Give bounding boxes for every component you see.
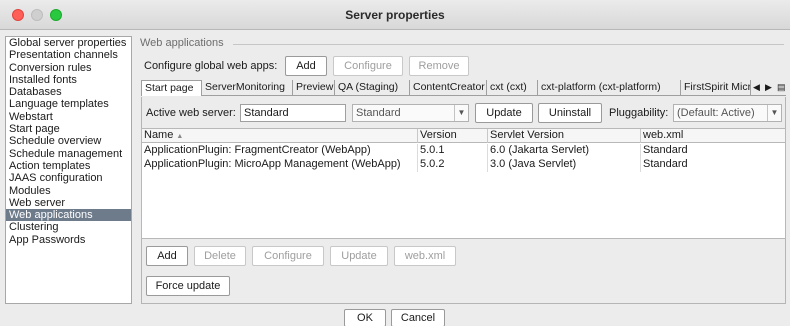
configure-web-app-button[interactable]: Configure	[252, 246, 324, 266]
sidebar-item-presentation-channels[interactable]: Presentation channels	[6, 49, 131, 61]
table-cell-servlet-version: 3.0 (Java Servlet)	[488, 158, 641, 172]
sidebar-item-modules[interactable]: Modules	[6, 185, 131, 197]
title-bar: Server properties	[0, 0, 790, 30]
sidebar-item-language-templates[interactable]: Language templates	[6, 98, 131, 110]
sidebar-item-global-server-properties[interactable]: Global server properties	[6, 37, 131, 49]
add-global-web-app-button[interactable]: Add	[285, 56, 327, 76]
tab-list-icon[interactable]: ▤	[777, 80, 786, 95]
tab-contentcreator[interactable]: ContentCreator	[410, 80, 487, 96]
sidebar-item-app-passwords[interactable]: App Passwords	[6, 234, 131, 246]
sidebar-item-schedule-management[interactable]: Schedule management	[6, 148, 131, 160]
update-web-server-button[interactable]: Update	[475, 103, 533, 123]
sidebar-item-web-server[interactable]: Web server	[6, 197, 131, 209]
column-header-version[interactable]: Version	[418, 129, 488, 143]
tab-scroll-right-icon[interactable]: ▶	[765, 80, 772, 95]
pluggability-select-value: (Default: Active)	[677, 107, 755, 119]
group-divider	[233, 44, 784, 45]
remove-global-web-app-button[interactable]: Remove	[409, 56, 469, 76]
sidebar-item-jaas-configuration[interactable]: JAAS configuration	[6, 172, 131, 184]
web-applications-group-title: Web applications	[140, 37, 224, 49]
configure-global-web-apps-label: Configure global web apps:	[144, 60, 278, 72]
table-cell-version: 5.0.1	[418, 144, 488, 158]
add-web-app-button[interactable]: Add	[146, 246, 188, 266]
configure-global-web-app-button[interactable]: Configure	[333, 56, 403, 76]
window-title: Server properties	[345, 8, 445, 22]
web-apps-table: Name ▲ Version Servlet Version web.xml Ap…	[141, 128, 786, 239]
tab-cxt-platform-cxt-platform-[interactable]: cxt-platform (cxt-platform)	[538, 80, 681, 96]
table-cell-version: 5.0.2	[418, 158, 488, 172]
chevron-down-icon: ▼	[454, 105, 468, 121]
tab-servermonitoring[interactable]: ServerMonitoring	[202, 80, 293, 96]
chevron-down-icon: ▼	[767, 105, 781, 121]
sidebar-item-schedule-overview[interactable]: Schedule overview	[6, 135, 131, 147]
column-header-name[interactable]: Name ▲	[142, 129, 418, 143]
cancel-button[interactable]: Cancel	[391, 309, 445, 326]
table-header: Name ▲ Version Servlet Version web.xml	[142, 129, 785, 143]
sidebar-item-webstart[interactable]: Webstart	[6, 111, 131, 123]
table-cell-servlet-version: 6.0 (Jakarta Servlet)	[488, 144, 641, 158]
tab-scroll-left-icon[interactable]: ◀	[753, 80, 760, 95]
delete-web-app-button[interactable]: Delete	[194, 246, 246, 266]
column-header-servlet-version[interactable]: Servlet Version	[488, 129, 641, 143]
active-web-server-label: Active web server:	[146, 107, 236, 119]
uninstall-web-server-button[interactable]: Uninstall	[538, 103, 602, 123]
tab-preview[interactable]: Preview	[293, 80, 335, 96]
table-cell-web-xml: Standard	[643, 158, 688, 170]
sidebar-list: Global server properties Presentation cha…	[5, 36, 132, 304]
web-server-select-value: Standard	[356, 107, 401, 119]
web-server-select[interactable]: Standard ▼	[352, 104, 469, 122]
sidebar-item-action-templates[interactable]: Action templates	[6, 160, 131, 172]
sidebar-item-installed-fonts[interactable]: Installed fonts	[6, 74, 131, 86]
web-server-tab-bar: FirstSpirit MicroAppcxt-platform (cxt-pl…	[141, 80, 786, 96]
table-cell-name: ApplicationPlugin: FragmentCreator (WebA…	[142, 144, 418, 158]
pluggability-label: Pluggability:	[609, 107, 669, 119]
pluggability-select[interactable]: (Default: Active) ▼	[673, 104, 782, 122]
tab-qa-staging-[interactable]: QA (Staging)	[335, 80, 410, 96]
tab-firstspirit-microapp[interactable]: FirstSpirit MicroApp	[681, 80, 751, 96]
update-web-app-button[interactable]: Update	[330, 246, 388, 266]
active-web-server-field[interactable]: Standard	[240, 104, 346, 122]
table-row[interactable]: ApplicationPlugin: FragmentCreator (WebA…	[142, 144, 785, 158]
table-cell-web-xml: Standard	[643, 144, 688, 156]
sort-icon: ▲	[176, 133, 184, 140]
column-header-web-xml[interactable]: web.xml	[641, 129, 787, 143]
table-cell-name: ApplicationPlugin: MicroApp Management (…	[142, 158, 418, 172]
sidebar-item-web-applications[interactable]: Web applications	[6, 209, 131, 222]
web-xml-button[interactable]: web.xml	[394, 246, 456, 266]
sidebar-item-clustering[interactable]: Clustering	[6, 221, 131, 233]
ok-button[interactable]: OK	[344, 309, 386, 326]
force-update-button[interactable]: Force update	[146, 276, 230, 296]
table-row[interactable]: ApplicationPlugin: MicroApp Management (…	[142, 158, 785, 172]
sidebar-item-databases[interactable]: Databases	[6, 86, 131, 98]
sidebar-item-conversion-rules[interactable]: Conversion rules	[6, 62, 131, 74]
sidebar-item-start-page[interactable]: Start page	[6, 123, 131, 135]
tab-cxt-cxt-[interactable]: cxt (cxt)	[487, 80, 538, 96]
tab-start-page[interactable]: Start page	[141, 80, 202, 96]
